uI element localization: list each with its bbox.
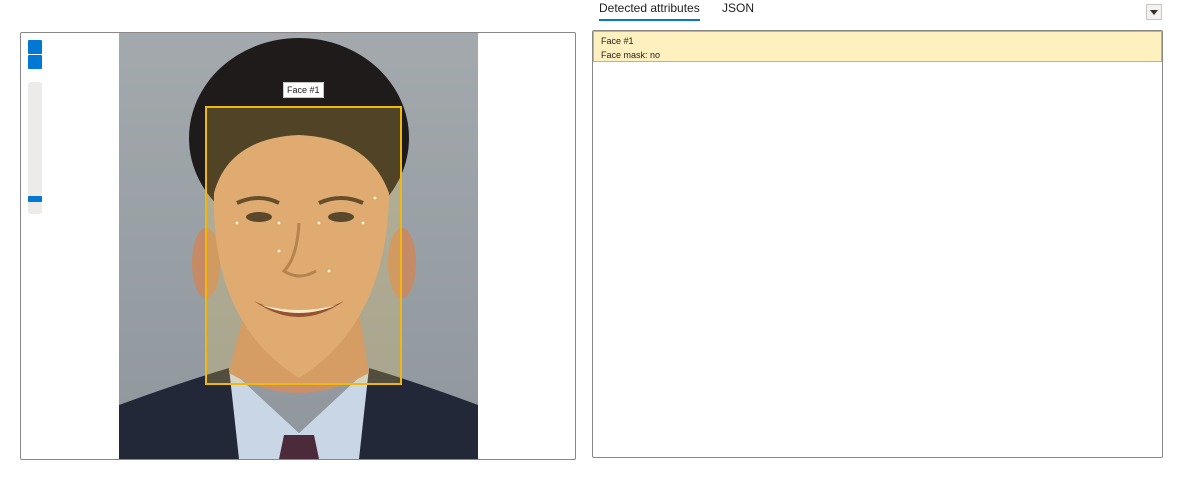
zoom-in-button[interactable]	[28, 40, 42, 54]
zoom-slider[interactable]	[28, 82, 42, 214]
image-viewer: Face #1	[20, 32, 576, 460]
zoom-slider-thumb[interactable]	[28, 195, 42, 202]
dropdown-button[interactable]	[1146, 4, 1162, 20]
face-label: Face #1	[283, 82, 324, 98]
tab-json[interactable]: JSON	[722, 0, 754, 20]
face-result-title: Face #1	[601, 36, 634, 46]
chevron-down-icon	[1150, 10, 1158, 15]
tab-bar: Detected attributes JSON	[592, 0, 1164, 26]
face-result-card[interactable]: Face #1 Face mask: no	[593, 31, 1162, 62]
results-panel: Face #1 Face mask: no	[592, 30, 1163, 458]
zoom-out-button[interactable]	[28, 55, 42, 69]
face-mask-attribute: Face mask: no	[601, 50, 661, 60]
face-bounding-box[interactable]	[205, 106, 402, 385]
tab-detected-attributes[interactable]: Detected attributes	[599, 0, 700, 21]
